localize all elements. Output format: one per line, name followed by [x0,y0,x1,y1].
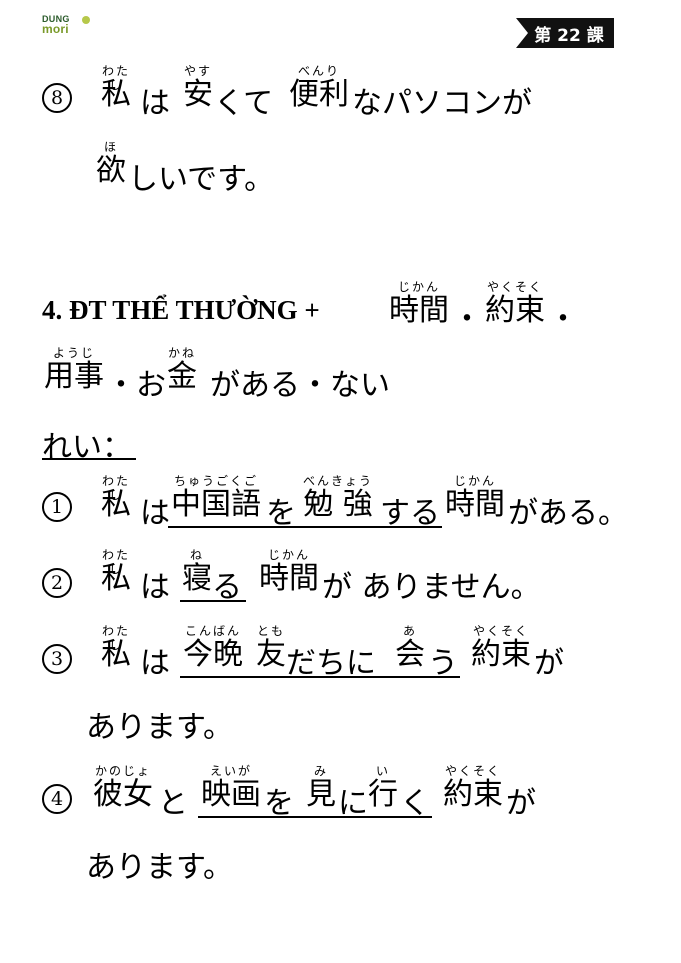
ruby-word: やくそく 約束 [485,280,545,328]
ruby-word: い 行 [368,764,398,812]
text: なパソコンが [352,86,532,121]
logo-line2: mori [42,22,69,36]
leaf-icon [82,16,90,24]
example-number: 8 [42,83,72,113]
ruby-word: かのじょ 彼女 [93,764,153,812]
ruby-word: ようじ 用事 [44,346,104,394]
ruby-word: わたし 私 [101,624,131,672]
text: が [506,786,536,821]
ruby-word: とも 友 [256,624,286,672]
example-number: 3 [42,644,72,674]
ruby-word: あ 会 [395,624,425,672]
text: あります。 [86,850,233,885]
ruby-word: じかん 時間 [389,280,449,328]
ruby-word: こんばん 今晩 [183,624,243,672]
text: がある。 [508,496,628,531]
ruby-word: わたし 私 [101,64,131,112]
ruby-word: ね 寝 [182,548,212,596]
text: あります。 [86,710,233,745]
underline [180,676,460,678]
lesson-badge: 第 22 課 [516,18,614,48]
text: がある・ない [210,368,390,403]
ruby-word: わたし 私 [101,548,131,596]
ruby-word: やくそく 約束 [471,624,531,672]
ruby-word: やす 安 [183,64,213,112]
section-title: 4. ĐT THỂ THƯỜNG + [42,295,320,325]
underline [180,600,246,602]
ruby-word: じかん 時間 [259,548,319,596]
ruby-word: ほ 欲 [96,140,126,188]
rei-label: れい： [42,430,132,465]
ruby-word: べんきょう 勉 強 [302,474,373,522]
rei-underline [42,458,136,460]
text: が [534,646,564,681]
ruby-word: かね 金 [167,346,197,394]
ruby-word: ちゅうごくご 中国語 [171,474,261,522]
ruby-word: べんり 便利 [289,64,349,112]
brand-logo: DUNG mori [42,14,102,38]
example-number: 1 [42,492,72,522]
text: が ありません。 [322,570,541,605]
ruby-word: わたし 私 [101,474,131,522]
ruby-word: やくそく 約束 [443,764,503,812]
underline [198,816,432,818]
ruby-word: み 見 [306,764,336,812]
underline [168,526,442,528]
ruby-word: じかん 時間 [445,474,505,522]
example-number: 4 [42,784,72,814]
ruby-word: えいが 映画 [201,764,261,812]
example-number: 2 [42,568,72,598]
text: ・ [548,302,578,337]
text: しいです。 [128,162,275,197]
